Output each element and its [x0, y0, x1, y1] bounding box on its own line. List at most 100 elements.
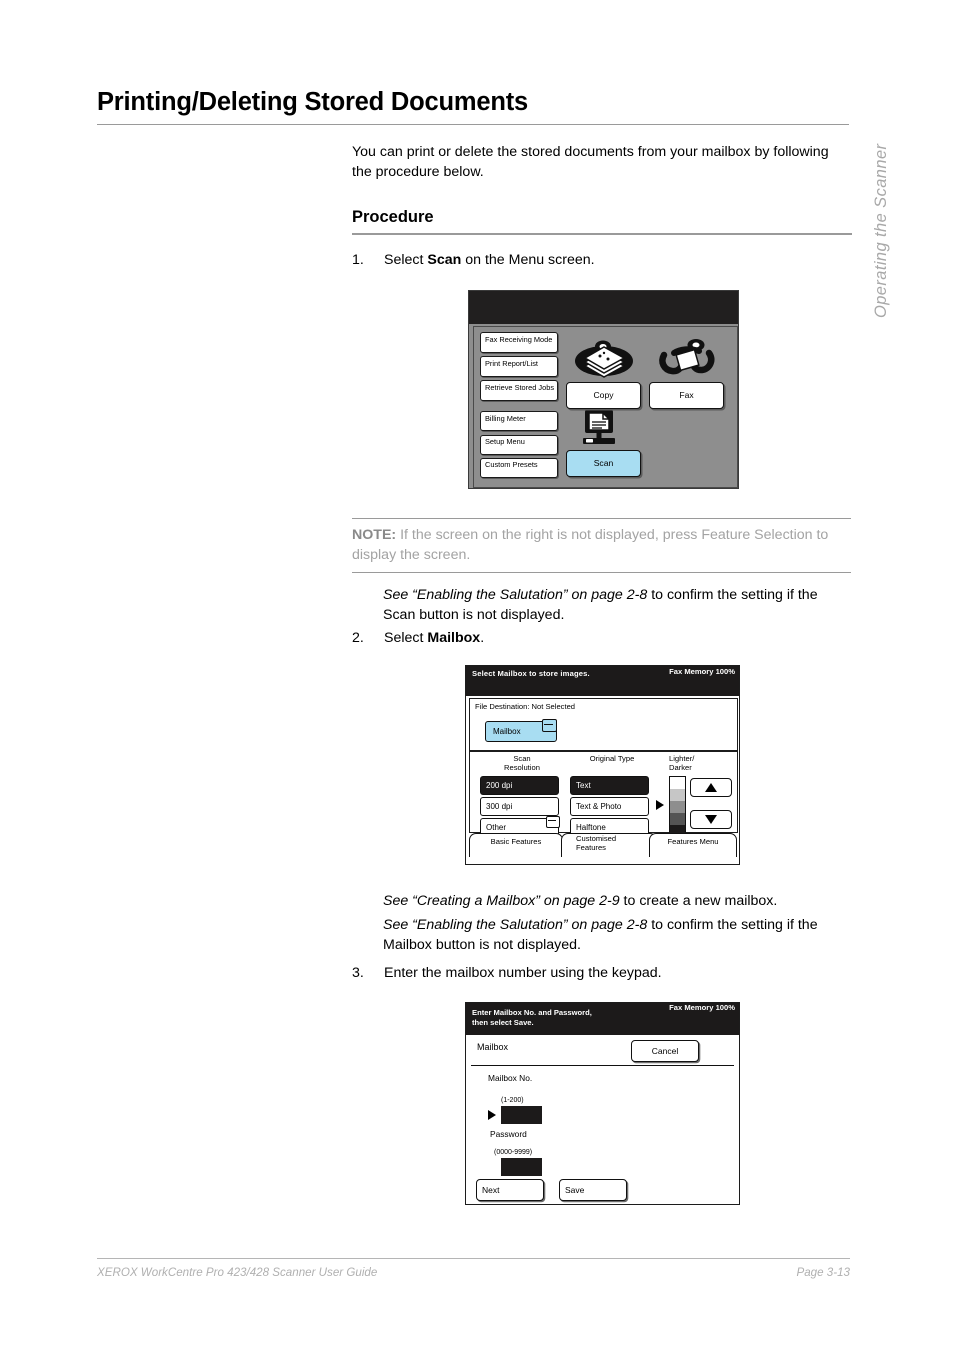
menu-button-retrieve-stored-jobs[interactable]: Retrieve Stored Jobs: [480, 380, 558, 402]
step-2-bold-mailbox: Mailbox: [427, 630, 481, 646]
step-3: 3. Enter the mailbox number using the ke…: [352, 963, 852, 983]
page-title: Printing/Deleting Stored Documents: [97, 88, 528, 116]
resolution-other-notch-icon: [546, 816, 560, 828]
fax-icon: [657, 338, 717, 382]
procedure-heading-block: Procedure: [352, 208, 852, 235]
cross-reference-3: See “Enabling the Salutation” on page 2-…: [383, 915, 851, 955]
basic-features-panel: Scan Resolution 200 dpi 300 dpi Other Or…: [469, 751, 738, 838]
file-destination-panel: File Destination: Not Selected Mailbox: [469, 698, 738, 751]
menu-button-fax[interactable]: Fax: [649, 382, 724, 409]
mailbox-screen-header-message: Select Mailbox to store images.: [472, 669, 590, 678]
note-body: If the screen on the right is not displa…: [352, 527, 829, 564]
mailbox-screen-header: Select Mailbox to store images. Fax Memo…: [466, 666, 739, 696]
lighter-darker-group-label: Lighter/ Darker: [669, 754, 721, 773]
step-1-bold-scan: Scan: [427, 252, 462, 268]
menu-screen-body: Fax Receiving Mode Print Report/List Ret…: [473, 326, 738, 488]
step-2-text-b: .: [480, 630, 485, 646]
original-type-option-text[interactable]: Text: [570, 776, 649, 795]
menu-side-button-column: Fax Receiving Mode Print Report/List Ret…: [480, 332, 558, 481]
density-pointer-arrow-icon: [656, 800, 664, 810]
title-divider: [97, 124, 849, 126]
password-range: (0000-9999): [494, 1149, 533, 1156]
entry-screen-header-message: Enter Mailbox No. and Password, then sel…: [472, 1008, 592, 1028]
procedure-divider: [352, 233, 852, 235]
page-footer: XEROX WorkCentre Pro 423/428 Scanner Use…: [97, 1258, 850, 1279]
menu-button-billing-meter[interactable]: Billing Meter: [480, 411, 558, 432]
entry-header-line1: Enter Mailbox No. and Password,: [472, 1008, 592, 1017]
chapter-side-tab: Operating the Scanner: [872, 143, 890, 318]
mailbox-tab-button[interactable]: Mailbox: [485, 719, 557, 742]
entry-focus-arrow-icon: [488, 1110, 496, 1120]
menu-button-copy[interactable]: Copy: [566, 382, 641, 409]
step-1-text-a: Select: [384, 252, 428, 268]
password-input[interactable]: [501, 1158, 542, 1176]
resolution-option-other-label: Other: [486, 823, 507, 832]
cross-reference-2-rest: to create a new mailbox.: [619, 893, 778, 909]
resolution-option-200dpi[interactable]: 200 dpi: [480, 776, 559, 795]
entry-title-row: Mailbox Cancel: [471, 1037, 734, 1066]
density-up-button[interactable]: [690, 778, 732, 797]
triangle-up-icon: [705, 783, 717, 792]
feature-tab-row: Basic Features Customised Features Featu…: [469, 833, 737, 861]
mailbox-no-input[interactable]: [501, 1106, 542, 1124]
procedure-heading: Procedure: [352, 208, 434, 226]
scan-resolution-group-label: Scan Resolution: [484, 754, 560, 773]
step-1: 1. Select Scan on the Menu screen.: [352, 250, 852, 270]
next-button[interactable]: Next: [476, 1179, 544, 1201]
mailbox-screen-fax-memory-status: Fax Memory 100%: [669, 667, 735, 676]
tab-notch-icon: [542, 719, 557, 732]
density-step-1: [670, 777, 685, 789]
cross-reference-2-link[interactable]: See “Creating a Mailbox” on page 2-9: [383, 893, 620, 909]
note-label: NOTE:: [352, 527, 397, 543]
menu-button-fax-receiving-mode[interactable]: Fax Receiving Mode: [480, 332, 558, 353]
cross-reference-3-link[interactable]: See “Enabling the Salutation” on page 2-…: [383, 917, 647, 933]
mailbox-entry-screen-figure: Enter Mailbox No. and Password, then sel…: [465, 1002, 740, 1205]
entry-screen-fax-memory-status: Fax Memory 100%: [669, 1003, 735, 1012]
mailbox-no-label: Mailbox No.: [488, 1073, 533, 1083]
step-3-text: Enter the mailbox number using the keypa…: [384, 965, 662, 981]
tab-features-menu[interactable]: Features Menu: [649, 833, 737, 857]
density-step-2: [670, 789, 685, 801]
density-gradient-bar[interactable]: [669, 776, 686, 838]
density-step-4: [670, 813, 685, 825]
step-1-text: Select Scan on the Menu screen.: [384, 250, 852, 270]
cancel-button[interactable]: Cancel: [631, 1040, 699, 1062]
original-type-option-text-photo[interactable]: Text & Photo: [570, 797, 649, 816]
password-label: Password: [490, 1129, 527, 1139]
note-callout: NOTE: If the screen on the right is not …: [352, 518, 851, 574]
step-2-text: Select Mailbox.: [384, 628, 852, 648]
mailbox-tab-button-label: Mailbox: [493, 727, 521, 736]
resolution-option-300dpi[interactable]: 300 dpi: [480, 797, 559, 816]
scan-resolution-label-line1: Scan: [513, 754, 531, 763]
menu-button-setup-menu[interactable]: Setup Menu: [480, 434, 558, 455]
footer-page-number: Page 3-13: [796, 1266, 850, 1279]
footer-left-text: XEROX WorkCentre Pro 423/428 Scanner Use…: [97, 1266, 378, 1279]
mailbox-no-range: (1-200): [501, 1097, 524, 1104]
menu-button-scan[interactable]: Scan: [566, 450, 641, 477]
density-down-button[interactable]: [690, 810, 732, 829]
cross-reference-1-link[interactable]: See “Enabling the Salutation” on page 2-…: [383, 587, 647, 603]
entry-screen-header: Enter Mailbox No. and Password, then sel…: [466, 1003, 739, 1035]
step-1-text-b: on the Menu screen.: [461, 252, 595, 268]
intro-paragraph: You can print or delete the stored docum…: [352, 144, 829, 181]
copy-icon: [574, 340, 634, 382]
scan-icon: [574, 407, 626, 451]
page-title-block: Printing/Deleting Stored Documents: [97, 88, 849, 126]
tab-customised-line2: Features: [576, 842, 606, 852]
tab-customised-line1: Customised: [576, 834, 617, 843]
document-page: Operating the Scanner Printing/Deleting …: [0, 0, 954, 1351]
step-2-text-a: Select: [384, 630, 428, 646]
menu-button-print-report-list[interactable]: Print Report/List: [480, 356, 558, 378]
lighter-darker-label-line2: Darker: [669, 762, 692, 772]
file-destination-label: File Destination: Not Selected: [475, 702, 576, 711]
original-type-group-label: Original Type: [589, 754, 635, 763]
select-mailbox-screen-figure: Select Mailbox to store images. Fax Memo…: [465, 665, 740, 865]
density-step-3: [670, 801, 685, 813]
tab-basic-features[interactable]: Basic Features: [469, 833, 563, 857]
save-button[interactable]: Save: [559, 1179, 627, 1201]
step-2: 2. Select Mailbox.: [352, 628, 852, 648]
lighter-darker-label-line1: Lighter/: [669, 754, 695, 763]
menu-screen-topbar: [469, 291, 738, 324]
tab-customised-features[interactable]: Customised Features: [561, 833, 657, 857]
menu-button-custom-presets[interactable]: Custom Presets: [480, 457, 558, 478]
